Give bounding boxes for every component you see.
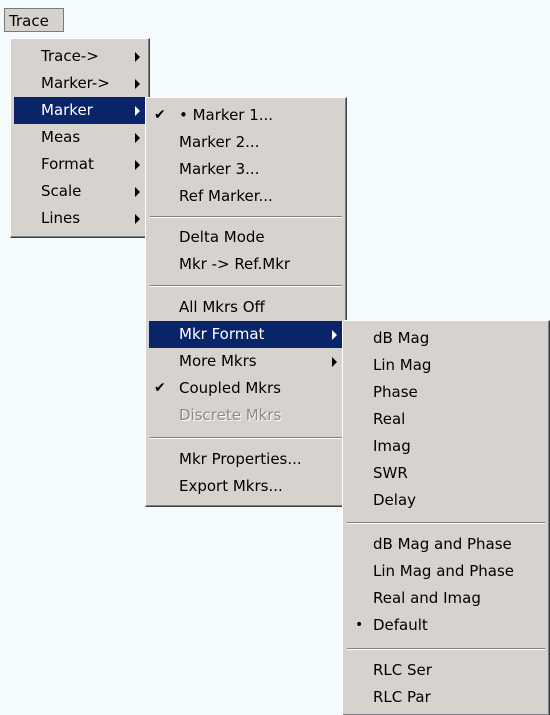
submenu-arrow-icon [135, 214, 140, 224]
menu-item-label: Real and Imag [373, 589, 481, 607]
menu-separator [150, 285, 342, 287]
menu-item-format[interactable]: Format [14, 151, 146, 178]
menu-item-marker-2[interactable]: Marker 2... [149, 129, 343, 156]
menu-item-label: Default [373, 616, 428, 634]
menu-item-label: Ref Marker... [179, 187, 273, 205]
menu-item-real-and-imag[interactable]: Real and Imag [346, 585, 546, 612]
menu-item-label: Discrete Mkrs [179, 406, 282, 424]
menu-item-label: SWR [373, 464, 408, 482]
submenu-arrow-icon [135, 160, 140, 170]
menu-item-label: Marker [41, 101, 93, 119]
menu-item-mkr-properties[interactable]: Mkr Properties... [149, 446, 343, 473]
menu-separator [347, 648, 545, 650]
menu-item-label: Lin Mag and Phase [373, 562, 514, 580]
menu-separator [150, 216, 342, 218]
menu-item-more-mkrs[interactable]: More Mkrs [149, 348, 343, 375]
menu-item-coupled-mkrs[interactable]: ✔ Coupled Mkrs [149, 375, 343, 402]
menu-item-label: Mkr Format [179, 325, 265, 343]
bullet-icon: • [355, 617, 364, 633]
menu-item-label: Export Mkrs... [179, 477, 283, 495]
menu-item-scale[interactable]: Scale [14, 178, 146, 205]
menu-item-discrete-mkrs: Discrete Mkrs [149, 402, 343, 429]
menu-separator [347, 522, 545, 524]
menu-item-label: • Marker 1... [179, 106, 274, 124]
menu-item-label: Mkr Properties... [179, 450, 302, 468]
menu-item-marker[interactable]: Marker [14, 97, 146, 124]
menu-item-marker-3[interactable]: Marker 3... [149, 156, 343, 183]
menu-item-lin-mag-and-phase[interactable]: Lin Mag and Phase [346, 558, 546, 585]
menu-item-label: Meas [41, 128, 81, 146]
menu-item-label: More Mkrs [179, 352, 257, 370]
menu-item-label: Real [373, 410, 406, 428]
menu-item-label: Trace-> [41, 47, 99, 65]
menu-item-export-mkrs[interactable]: Export Mkrs... [149, 473, 343, 500]
menu-item-mkr-to-ref[interactable]: Mkr -> Ref.Mkr [149, 251, 343, 278]
menu-item-label: Format [41, 155, 94, 173]
submenu-arrow-icon [135, 106, 140, 116]
menu-separator [150, 437, 342, 439]
trace-menu: Trace-> Marker-> Marker Meas Format Scal… [10, 38, 150, 238]
mkr-format-submenu: dB Mag Lin Mag Phase Real Imag SWR Delay… [342, 320, 550, 715]
menu-item-label: Lin Mag [373, 356, 432, 374]
menu-trace[interactable]: Trace [4, 8, 64, 32]
submenu-arrow-icon [135, 79, 140, 89]
menu-item-imag[interactable]: Imag [346, 433, 546, 460]
menu-item-label: dB Mag [373, 329, 430, 347]
menu-item-trace-arrow[interactable]: Trace-> [14, 43, 146, 70]
menu-item-marker-1[interactable]: ✔ • Marker 1... [149, 102, 343, 129]
menu-item-swr[interactable]: SWR [346, 460, 546, 487]
menu-item-label: Lines [41, 209, 81, 227]
menu-item-label: RLC Ser [373, 661, 432, 679]
menu-item-db-mag[interactable]: dB Mag [346, 325, 546, 352]
menu-item-label: Delay [373, 491, 417, 509]
menu-item-lin-mag[interactable]: Lin Mag [346, 352, 546, 379]
menu-item-ref-marker[interactable]: Ref Marker... [149, 183, 343, 210]
menu-item-real[interactable]: Real [346, 406, 546, 433]
menu-item-label: Marker 2... [179, 133, 260, 151]
menu-item-rlc-ser[interactable]: RLC Ser [346, 657, 546, 684]
menu-item-delta-mode[interactable]: Delta Mode [149, 224, 343, 251]
menu-item-mkr-format[interactable]: Mkr Format [149, 321, 343, 348]
submenu-arrow-icon [332, 357, 337, 367]
menu-item-rlc-par[interactable]: RLC Par [346, 684, 546, 711]
menu-item-db-mag-and-phase[interactable]: dB Mag and Phase [346, 531, 546, 558]
menu-item-label: Delta Mode [179, 228, 265, 246]
menu-item-label: dB Mag and Phase [373, 535, 512, 553]
menu-item-lines[interactable]: Lines [14, 205, 146, 232]
menu-item-all-mkrs-off[interactable]: All Mkrs Off [149, 294, 343, 321]
submenu-arrow-icon [332, 330, 337, 340]
menu-item-label: Coupled Mkrs [179, 379, 281, 397]
marker-submenu: ✔ • Marker 1... Marker 2... Marker 3... … [145, 97, 347, 507]
menu-item-label: Marker 3... [179, 160, 260, 178]
menu-item-label: Marker-> [41, 74, 110, 92]
menu-item-marker-arrow[interactable]: Marker-> [14, 70, 146, 97]
check-icon: ✔ [154, 107, 166, 123]
menu-item-phase[interactable]: Phase [346, 379, 546, 406]
submenu-arrow-icon [135, 52, 140, 62]
menu-item-label: Imag [373, 437, 411, 455]
check-icon: ✔ [154, 380, 166, 396]
menu-item-label: Scale [41, 182, 82, 200]
submenu-arrow-icon [135, 133, 140, 143]
menu-item-default[interactable]: • Default [346, 612, 546, 639]
menu-item-delay[interactable]: Delay [346, 487, 546, 514]
menu-item-meas[interactable]: Meas [14, 124, 146, 151]
menu-item-label: Mkr -> Ref.Mkr [179, 255, 291, 273]
menu-item-label: All Mkrs Off [179, 298, 265, 316]
menu-item-label: Phase [373, 383, 418, 401]
submenu-arrow-icon [135, 187, 140, 197]
menu-item-label: RLC Par [373, 688, 431, 706]
